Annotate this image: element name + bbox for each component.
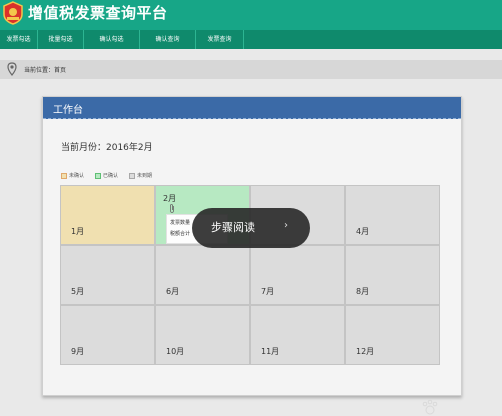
month-label: 12月: [356, 347, 375, 356]
app-title: 增值税发票查询平台: [28, 4, 168, 22]
legend-swatch-unconfirmed: [61, 172, 67, 179]
current-month-label: 当前月份：2016年2月: [61, 143, 153, 153]
legend-label: 已确认: [103, 173, 119, 179]
nav-item-confirm-query[interactable]: 确认查询: [140, 30, 196, 49]
legend-label: 未到期: [137, 173, 153, 179]
month-cell-may[interactable]: 5月: [60, 245, 155, 305]
month-cell-apr[interactable]: 4月: [345, 185, 440, 245]
popup-invoice-count-label: 发票数量: [170, 220, 191, 226]
nav-item-batch-select[interactable]: 批量勾选: [38, 30, 84, 49]
month-label: 10月: [166, 347, 185, 356]
popup-tax-total-label: 税额合计: [170, 231, 191, 237]
panel-header: 工作台: [43, 97, 461, 119]
month-label: 7月: [261, 287, 275, 296]
month-cell-oct[interactable]: 10月: [155, 305, 250, 365]
legend-pending: 未到期: [129, 172, 152, 180]
legend-unconfirmed: 未确认: [61, 172, 84, 180]
step-reading-button[interactable]: 步骤阅读 ›: [192, 208, 310, 248]
month-cell-jun[interactable]: 6月: [155, 245, 250, 305]
nav-item-invoice-select[interactable]: 发票勾选: [0, 30, 38, 49]
month-cell-sep[interactable]: 9月: [60, 305, 155, 365]
paw-watermark-icon: [422, 399, 438, 415]
month-label: 9月: [71, 347, 85, 356]
month-label: 6月: [166, 287, 180, 296]
month-label: 11月: [261, 347, 280, 356]
nav-item-invoice-query[interactable]: 发票查询: [196, 30, 244, 49]
month-label: 2月: [163, 194, 177, 203]
month-cell-jan[interactable]: 1月: [60, 185, 155, 245]
month-label: 1月: [71, 227, 85, 236]
step-reading-label: 步骤阅读: [211, 221, 255, 234]
location-pin-icon: [7, 62, 17, 76]
month-cell-nov[interactable]: 11月: [250, 305, 345, 365]
nav-item-confirm-select[interactable]: 确认勾选: [84, 30, 140, 49]
month-label: 5月: [71, 287, 85, 296]
breadcrumb-text: 当前位置：首页: [24, 67, 67, 74]
month-cell-jul[interactable]: 7月: [250, 245, 345, 305]
month-cell-dec[interactable]: 12月: [345, 305, 440, 365]
main-nav: 发票勾选 批量勾选 确认勾选 确认查询 发票查询: [0, 30, 502, 49]
legend-swatch-confirmed: [95, 172, 101, 179]
chevron-right-icon: ›: [284, 220, 288, 231]
legend-label: 未确认: [69, 173, 85, 179]
paperclip-icon: [170, 204, 174, 213]
legend-confirmed: 已确认: [95, 172, 118, 180]
month-label: 4月: [356, 227, 370, 236]
panel-title: 工作台: [53, 105, 83, 116]
month-cell-aug[interactable]: 8月: [345, 245, 440, 305]
legend-swatch-pending: [129, 172, 135, 179]
breadcrumb: 当前位置：首页: [0, 60, 502, 79]
tax-emblem-icon: [3, 1, 23, 25]
app-header: 增值税发票查询平台: [0, 0, 502, 30]
month-label: 8月: [356, 287, 370, 296]
